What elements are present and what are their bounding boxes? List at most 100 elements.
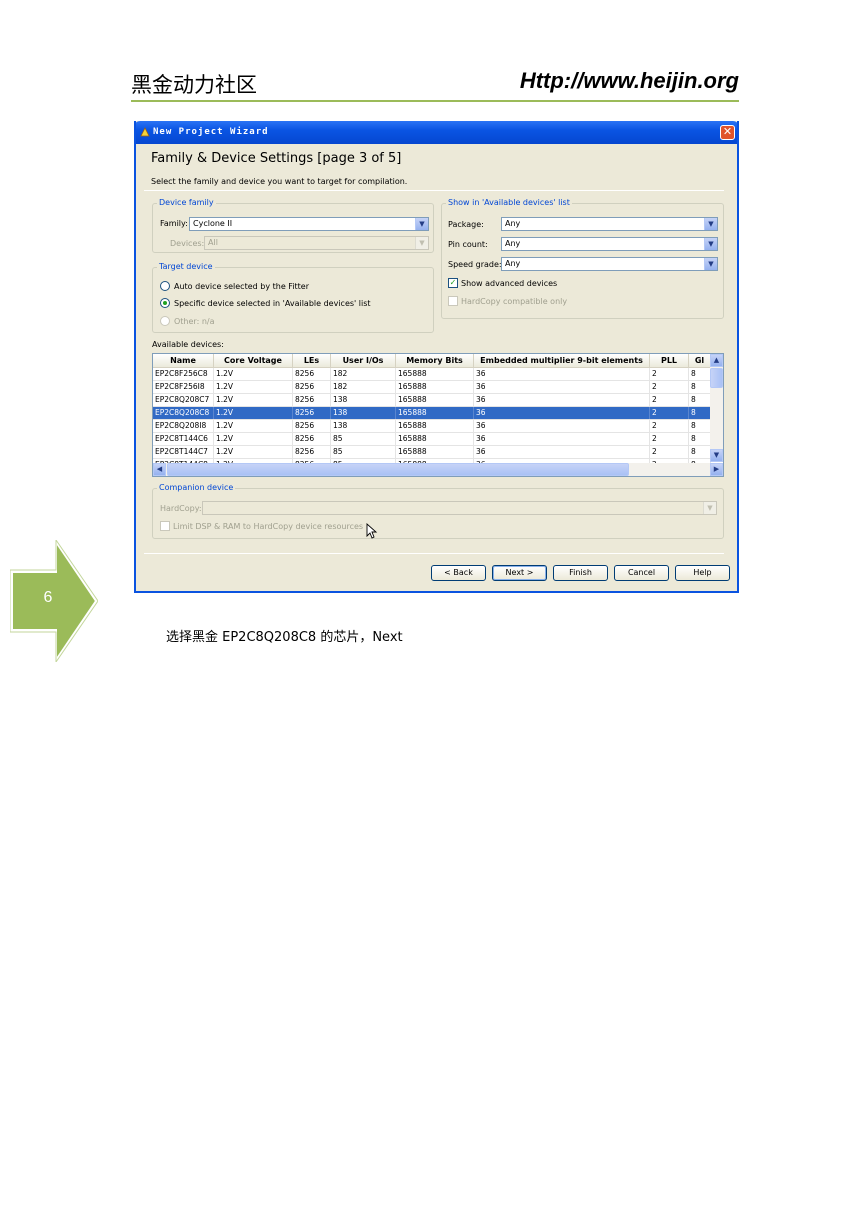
table-cell: 2 — [650, 368, 689, 380]
divider — [144, 553, 724, 554]
table-row[interactable]: EP2C8F256C8 1.2V 8256 182 165888 36 2 8 — [153, 368, 711, 381]
title-bar[interactable]: New Project Wizard ✕ — [136, 121, 737, 144]
chevron-down-icon[interactable]: ▼ — [415, 237, 428, 249]
package-select[interactable]: Any ▼ — [501, 217, 718, 231]
chevron-down-icon[interactable]: ▼ — [704, 258, 717, 270]
table-cell: 36 — [474, 381, 650, 393]
other-device-radio[interactable] — [160, 316, 170, 326]
chevron-down-icon[interactable]: ▼ — [704, 218, 717, 230]
table-cell: 36 — [474, 368, 650, 380]
horizontal-scroll-thumb[interactable] — [167, 463, 629, 476]
divider — [144, 190, 724, 191]
document-header: 黑金动力社区 Http://www.heijin.org — [131, 66, 739, 102]
auto-device-radio[interactable] — [160, 281, 170, 291]
table-cell: 36 — [474, 420, 650, 432]
column-header[interactable]: PLL — [650, 354, 689, 368]
table-cell: 165888 — [396, 368, 474, 380]
chevron-down-icon[interactable]: ▼ — [703, 502, 716, 514]
pin-count-select-value: Any — [505, 239, 521, 248]
table-cell: 36 — [474, 407, 650, 419]
column-header[interactable]: Embedded multiplier 9-bit elements — [474, 354, 650, 368]
table-cell: 8256 — [293, 407, 331, 419]
table-cell: 165888 — [396, 420, 474, 432]
devices-select[interactable]: All ▼ — [204, 236, 429, 250]
family-select-value: Cyclone II — [193, 219, 233, 228]
column-header[interactable]: LEs — [293, 354, 331, 368]
speed-grade-select[interactable]: Any ▼ — [501, 257, 718, 271]
header-rule — [131, 100, 739, 102]
table-cell: 138 — [331, 394, 396, 406]
hardcopy-select[interactable]: ▼ — [202, 501, 717, 515]
show-advanced-label: Show advanced devices — [461, 279, 558, 288]
horizontal-scrollbar[interactable]: ◀ ▶ — [153, 463, 723, 476]
column-header[interactable]: Gl — [689, 354, 711, 368]
chevron-down-icon[interactable]: ▼ — [704, 238, 717, 250]
show-advanced-checkbox[interactable]: ✓ — [448, 278, 458, 288]
column-header[interactable]: Core Voltage — [214, 354, 293, 368]
finish-button[interactable]: Finish — [553, 565, 608, 581]
table-cell: 8256 — [293, 368, 331, 380]
specific-device-label: Specific device selected in 'Available d… — [174, 299, 371, 308]
chevron-down-icon[interactable]: ▼ — [415, 218, 428, 230]
column-header[interactable]: Name — [153, 354, 214, 368]
next-button[interactable]: Next > — [492, 565, 547, 581]
scroll-right-icon[interactable]: ▶ — [710, 463, 723, 476]
device-family-legend: Device family — [157, 198, 216, 207]
table-cell: EP2C8T144C7 — [153, 446, 214, 458]
table-row[interactable]: EP2C8Q208C7 1.2V 8256 138 165888 36 2 8 — [153, 394, 711, 407]
window-title: New Project Wizard — [153, 127, 269, 137]
table-cell: 1.2V — [214, 420, 293, 432]
available-devices-label: Available devices: — [152, 340, 224, 349]
table-row[interactable]: EP2C8F256I8 1.2V 8256 182 165888 36 2 8 — [153, 381, 711, 394]
table-cell: 138 — [331, 420, 396, 432]
table-cell: 8 — [689, 381, 711, 393]
table-cell: 85 — [331, 446, 396, 458]
table-cell: 1.2V — [214, 407, 293, 419]
limit-dsp-ram-checkbox[interactable] — [160, 521, 170, 531]
table-cell: 8 — [689, 420, 711, 432]
table-cell: 165888 — [396, 446, 474, 458]
column-header[interactable]: Memory Bits — [396, 354, 474, 368]
cancel-button[interactable]: Cancel — [614, 565, 669, 581]
specific-device-radio[interactable] — [160, 298, 170, 308]
table-cell: 36 — [474, 394, 650, 406]
package-select-value: Any — [505, 219, 521, 228]
scroll-down-icon[interactable]: ▼ — [710, 449, 723, 462]
scroll-up-icon[interactable]: ▲ — [710, 354, 723, 367]
table-cell: 2 — [650, 446, 689, 458]
table-cell: 2 — [650, 394, 689, 406]
help-button[interactable]: Help — [675, 565, 730, 581]
table-cell: 8 — [689, 407, 711, 419]
column-header[interactable]: User I/Os — [331, 354, 396, 368]
table-cell: 8256 — [293, 394, 331, 406]
page-title: Family & Device Settings [page 3 of 5] — [151, 151, 402, 166]
vertical-scrollbar[interactable]: ▲ ▼ — [710, 354, 723, 462]
table-cell: EP2C8F256C8 — [153, 368, 214, 380]
site-url[interactable]: Http://www.heijin.org — [520, 68, 739, 94]
step-caption: 选择黑金 EP2C8Q208C8 的芯片，Next — [166, 630, 403, 645]
available-devices-table[interactable]: Name Core Voltage LEs User I/Os Memory B… — [152, 353, 724, 477]
step-arrow: 6 — [9, 538, 99, 664]
vertical-scroll-thumb[interactable] — [710, 368, 723, 388]
table-cell: EP2C8Q208C8 — [153, 407, 214, 419]
table-row[interactable]: EP2C8Q208C8 1.2V 8256 138 165888 36 2 8 — [153, 407, 711, 420]
scroll-left-icon[interactable]: ◀ — [153, 463, 166, 476]
table-cell: 8256 — [293, 446, 331, 458]
table-cell: 165888 — [396, 394, 474, 406]
target-device-legend: Target device — [157, 262, 215, 271]
table-cell: 2 — [650, 433, 689, 445]
table-row[interactable]: EP2C8Q208I8 1.2V 8256 138 165888 36 2 8 — [153, 420, 711, 433]
family-select[interactable]: Cyclone II ▼ — [189, 217, 429, 231]
hardcopy-compatible-label: HardCopy compatible only — [461, 297, 568, 306]
back-button[interactable]: < Back — [431, 565, 486, 581]
table-cell: 138 — [331, 407, 396, 419]
close-icon[interactable]: ✕ — [720, 125, 735, 140]
mouse-cursor-icon — [366, 523, 378, 539]
hardcopy-compatible-checkbox[interactable] — [448, 296, 458, 306]
table-row[interactable]: EP2C8T144C6 1.2V 8256 85 165888 36 2 8 — [153, 433, 711, 446]
pin-count-select[interactable]: Any ▼ — [501, 237, 718, 251]
table-cell: 8 — [689, 446, 711, 458]
devices-select-value: All — [208, 238, 218, 247]
table-row[interactable]: EP2C8T144C7 1.2V 8256 85 165888 36 2 8 — [153, 446, 711, 459]
table-cell: 182 — [331, 381, 396, 393]
